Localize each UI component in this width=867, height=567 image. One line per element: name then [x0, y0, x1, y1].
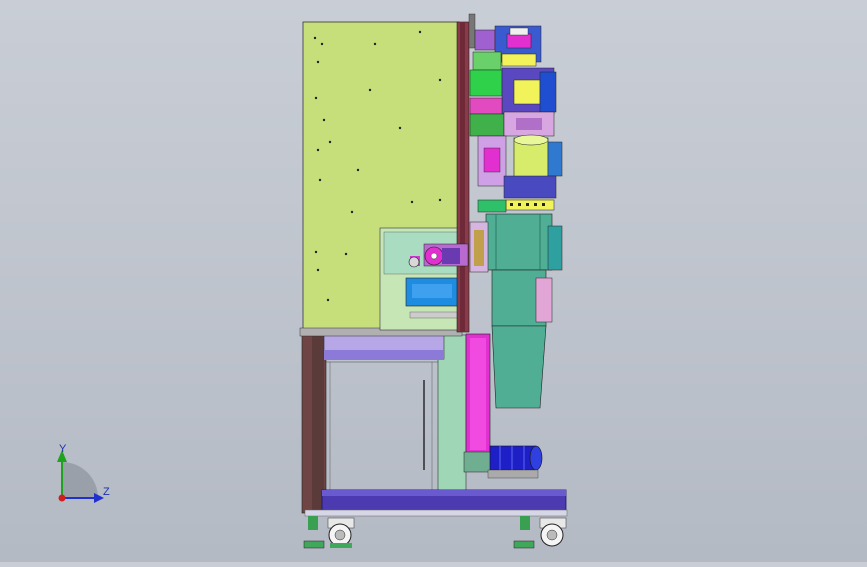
frame [301, 334, 467, 514]
axis-label-y: Y [59, 443, 67, 455]
motor [487, 445, 543, 479]
column [456, 21, 470, 333]
inner-plate [379, 227, 463, 331]
teal-drum [469, 213, 563, 327]
cad-viewport[interactable]: Y Z [0, 0, 867, 562]
magenta-wheel [423, 243, 469, 267]
base-beam [304, 489, 568, 517]
yellow-bracket [477, 199, 555, 213]
caster-left [303, 516, 355, 549]
axis-label-z: Z [103, 486, 110, 498]
model-view[interactable]: Y Z [0, 0, 867, 562]
yellow-roller [503, 134, 563, 199]
caster-right [513, 516, 567, 549]
axis-triad: Y Z [57, 443, 110, 503]
